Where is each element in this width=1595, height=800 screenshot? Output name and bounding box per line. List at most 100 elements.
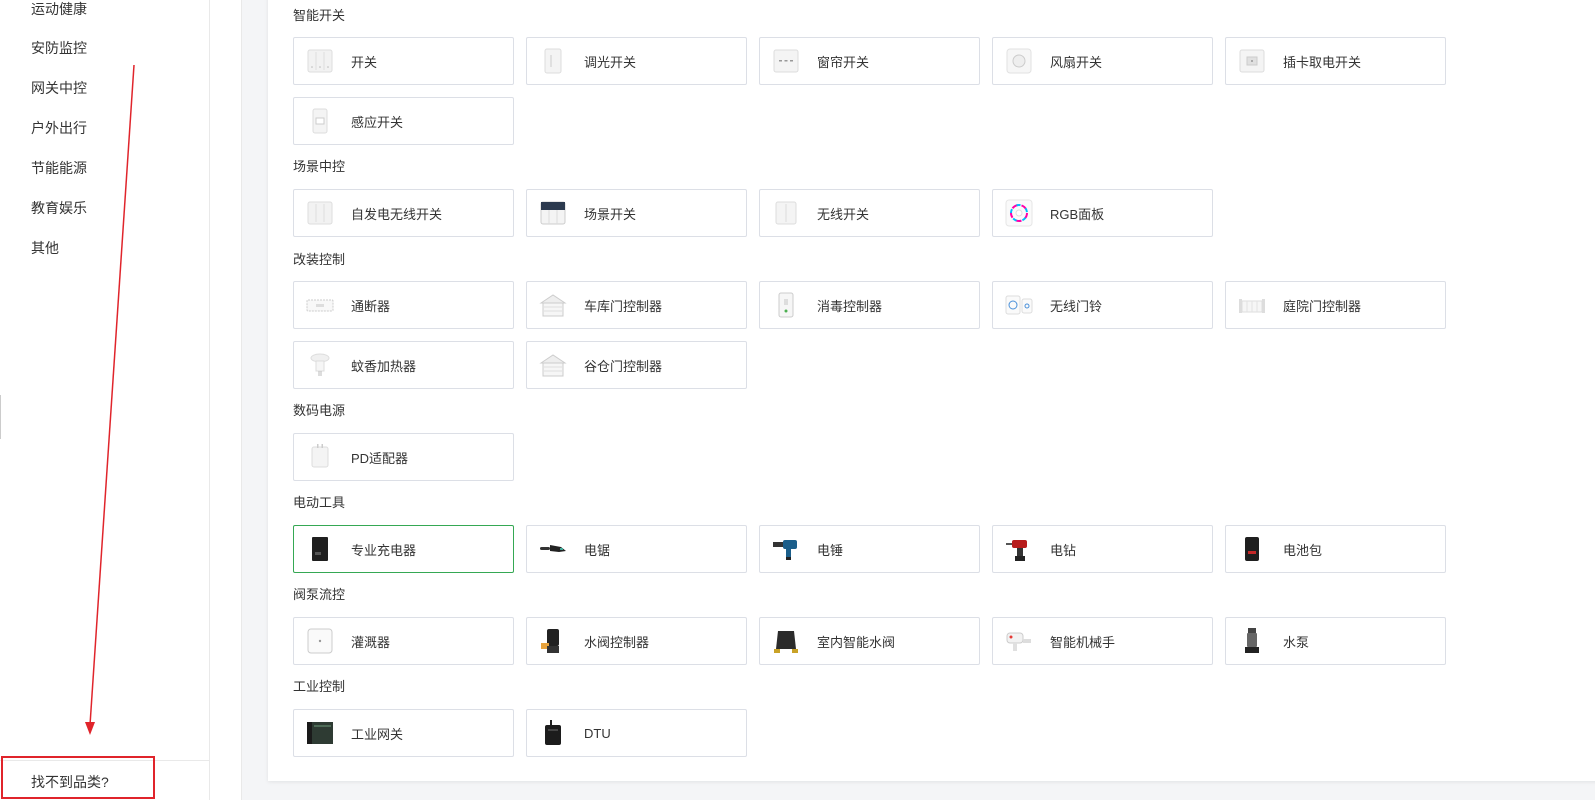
wireless-switch-icon [772, 199, 800, 227]
category-card-irrigator[interactable]: 灌溉器 [293, 617, 514, 665]
category-card-scene-switch[interactable]: 场景开关 [526, 189, 747, 237]
category-card-disinfection-controller[interactable]: 消毒控制器 [759, 281, 980, 329]
category-card-barn-door-controller[interactable]: 谷仓门控制器 [526, 341, 747, 389]
section-title-power-tools: 电动工具 [293, 495, 346, 510]
water-valve-icon [539, 627, 567, 655]
mosquito-heater-icon [306, 351, 334, 379]
sidebar-divider [0, 760, 209, 761]
self-powered-switch-icon [306, 199, 334, 227]
battery-pack-icon [1238, 535, 1266, 563]
dtu-icon [539, 719, 567, 747]
category-label: 场景开关 [584, 206, 637, 222]
category-card-battery-pack[interactable]: 电池包 [1225, 525, 1446, 573]
category-label: 调光开关 [584, 54, 637, 70]
category-label: 电锤 [817, 542, 844, 558]
barn-door-icon [539, 351, 567, 379]
sidebar-item-sports-health[interactable]: 运动健康 [31, 0, 87, 19]
yard-gate-icon [1238, 291, 1266, 319]
category-card-garage-door-controller[interactable]: 车库门控制器 [526, 281, 747, 329]
category-label: 风扇开关 [1050, 54, 1103, 70]
scroll-marker [0, 395, 1, 439]
category-card-curtain-switch[interactable]: 窗帘开关 [759, 37, 980, 85]
category-card-switch[interactable]: 开关 [293, 37, 514, 85]
category-not-found-link[interactable]: 找不到品类? [31, 772, 109, 792]
category-card-dtu[interactable]: DTU [526, 709, 747, 757]
page: 运动健康 安防监控 网关中控 户外出行 节能能源 教育娱乐 其他 找不到品类? … [0, 0, 1595, 800]
category-label: 智能机械手 [1050, 634, 1116, 650]
category-label: 无线门铃 [1050, 298, 1103, 314]
section-title-retrofit-control: 改装控制 [293, 252, 346, 267]
category-card-indoor-smart-valve[interactable]: 室内智能水阀 [759, 617, 980, 665]
disinfection-controller-icon [772, 291, 800, 319]
category-card-rgb-panel[interactable]: RGB面板 [992, 189, 1213, 237]
category-card-mosquito-heater[interactable]: 蚊香加热器 [293, 341, 514, 389]
fan-switch-icon [1005, 47, 1033, 75]
drill-icon [1005, 535, 1033, 563]
category-card-electric-drill[interactable]: 电钻 [992, 525, 1213, 573]
sidebar-item-outdoor[interactable]: 户外出行 [31, 118, 87, 138]
category-card-industrial-gateway[interactable]: 工业网关 [293, 709, 514, 757]
category-card-water-valve-controller[interactable]: 水阀控制器 [526, 617, 747, 665]
chainsaw-icon [539, 535, 567, 563]
category-card-fan-switch[interactable]: 风扇开关 [992, 37, 1213, 85]
pd-adapter-icon [306, 443, 334, 471]
doorbell-icon [1005, 291, 1033, 319]
category-card-dimmer-switch[interactable]: 调光开关 [526, 37, 747, 85]
category-label: 车库门控制器 [584, 298, 663, 314]
sidebar-gutter [210, 0, 242, 800]
category-label: 电钻 [1050, 542, 1077, 558]
category-label: DTU [584, 725, 611, 741]
category-label: 工业网关 [351, 726, 404, 742]
indoor-valve-icon [772, 627, 800, 655]
category-card-wireless-doorbell[interactable]: 无线门铃 [992, 281, 1213, 329]
section-title-digital-power: 数码电源 [293, 403, 346, 418]
section-title-industrial-control: 工业控制 [293, 679, 346, 694]
water-pump-icon [1238, 627, 1266, 655]
sidebar-item-education[interactable]: 教育娱乐 [31, 198, 87, 218]
category-label: 水泵 [1283, 634, 1310, 650]
category-card-pd-adapter[interactable]: PD适配器 [293, 433, 514, 481]
category-card-pro-charger[interactable]: 专业充电器 [293, 525, 514, 573]
scene-switch-icon [539, 199, 567, 227]
category-label: PD适配器 [351, 450, 409, 466]
hammer-drill-icon [772, 535, 800, 563]
category-label: 水阀控制器 [584, 634, 650, 650]
category-label: 通断器 [351, 298, 391, 314]
category-card-yard-gate-controller[interactable]: 庭院门控制器 [1225, 281, 1446, 329]
category-card-chainsaw[interactable]: 电锯 [526, 525, 747, 573]
breaker-module-icon [306, 291, 334, 319]
category-label: RGB面板 [1050, 206, 1105, 222]
category-label: 电锯 [584, 542, 611, 558]
garage-door-icon [539, 291, 567, 319]
section-title-smart-switch: 智能开关 [293, 8, 346, 23]
card-power-switch-icon [1238, 47, 1266, 75]
robot-arm-icon [1005, 627, 1033, 655]
category-card-wireless-switch[interactable]: 无线开关 [759, 189, 980, 237]
category-card-hammer-drill[interactable]: 电锤 [759, 525, 980, 573]
section-title-scene-control: 场景中控 [293, 159, 346, 174]
category-sidebar: 运动健康 安防监控 网关中控 户外出行 节能能源 教育娱乐 其他 找不到品类? [0, 0, 210, 800]
category-card-self-powered-switch[interactable]: 自发电无线开关 [293, 189, 514, 237]
category-label: 电池包 [1283, 542, 1323, 558]
category-label: 专业充电器 [351, 542, 417, 558]
category-card-smart-manipulator[interactable]: 智能机械手 [992, 617, 1213, 665]
category-label: 窗帘开关 [817, 54, 870, 70]
category-label: 室内智能水阀 [817, 634, 896, 650]
section-title-valve-pump: 阀泵流控 [293, 587, 346, 602]
category-card-card-power-switch[interactable]: 插卡取电开关 [1225, 37, 1446, 85]
category-card-breaker-module[interactable]: 通断器 [293, 281, 514, 329]
annotation-arrow [85, 64, 135, 735]
sidebar-item-gateway[interactable]: 网关中控 [31, 78, 87, 98]
category-label: 蚊香加热器 [351, 358, 417, 374]
category-card-sensor-switch[interactable]: 感应开关 [293, 97, 514, 145]
category-label: 庭院门控制器 [1283, 298, 1362, 314]
category-card-water-pump[interactable]: 水泵 [1225, 617, 1446, 665]
sidebar-item-security[interactable]: 安防监控 [31, 38, 87, 58]
category-label: 灌溉器 [351, 634, 391, 650]
category-label: 谷仓门控制器 [584, 358, 663, 374]
category-label: 自发电无线开关 [351, 206, 443, 222]
switch-3gang-icon [306, 47, 334, 75]
sidebar-item-energy[interactable]: 节能能源 [31, 158, 87, 178]
sensor-switch-icon [306, 107, 334, 135]
sidebar-item-other[interactable]: 其他 [31, 238, 59, 258]
